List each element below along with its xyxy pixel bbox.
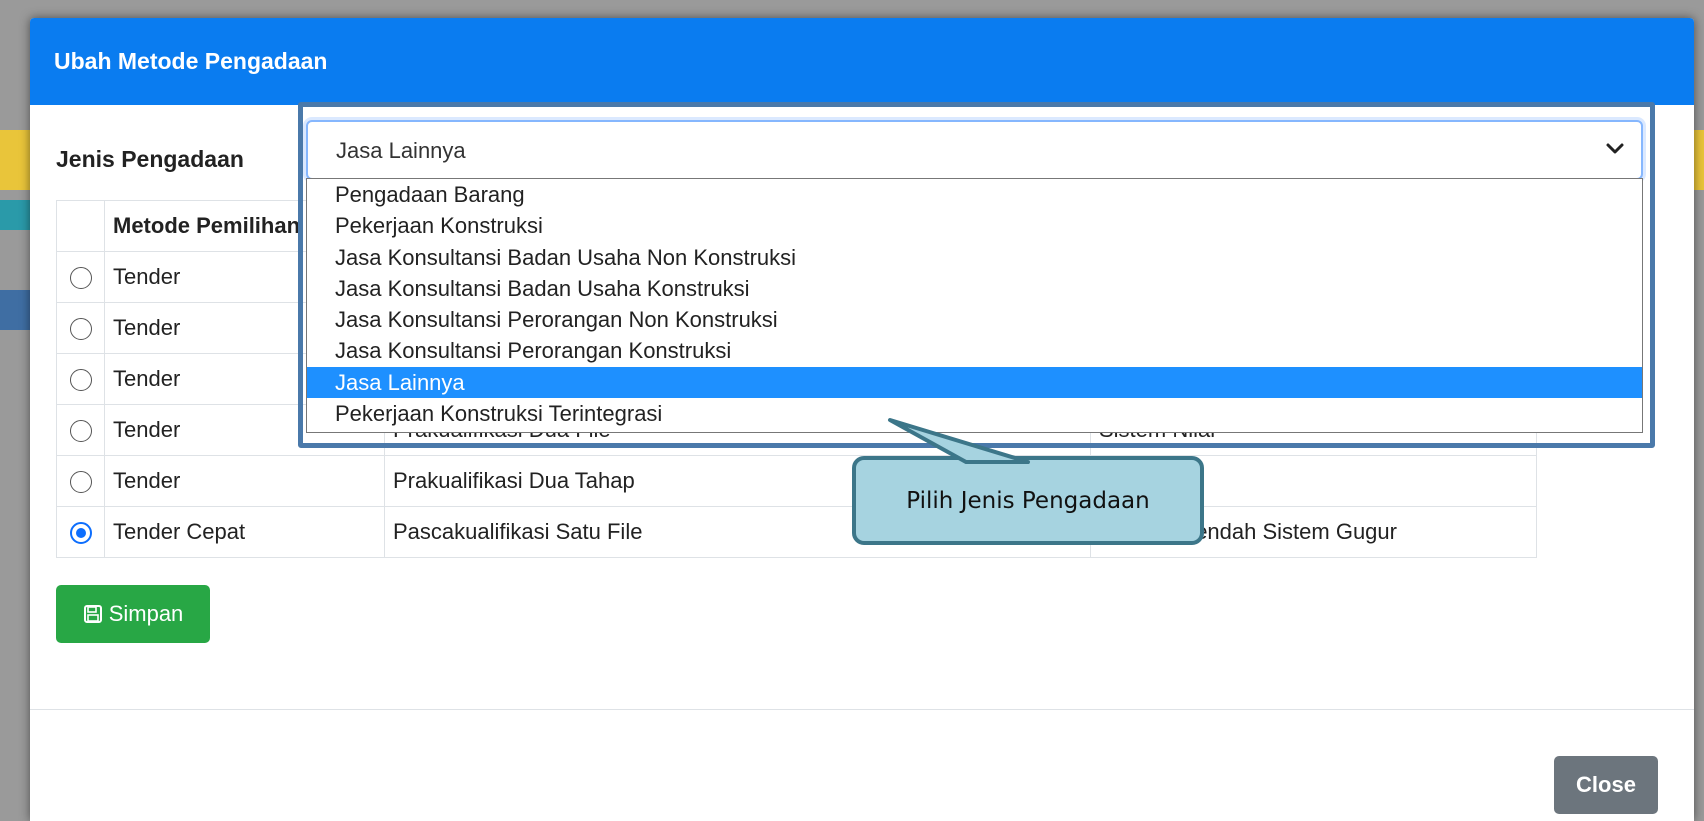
background-strip <box>0 130 30 190</box>
dropdown-option-selected[interactable]: Jasa Lainnya <box>307 366 1642 399</box>
method-cell: Tender <box>104 455 385 507</box>
save-button[interactable]: Simpan <box>56 585 210 643</box>
modal-header: Ubah Metode Pengadaan <box>30 18 1694 105</box>
method-radio[interactable] <box>69 420 92 443</box>
method-radio[interactable] <box>69 267 92 290</box>
callout-tooltip: Pilih Jenis Pengadaan <box>852 456 1204 545</box>
dropdown-option[interactable]: Pekerjaan Konstruksi <box>307 210 1642 241</box>
method-radio[interactable] <box>69 522 92 545</box>
method-radio[interactable] <box>69 471 92 494</box>
radio-cell[interactable] <box>56 251 105 303</box>
header-radio-cell <box>56 200 105 252</box>
radio-cell[interactable] <box>56 353 105 405</box>
select-current-value: Jasa Lainnya <box>336 138 466 163</box>
dropdown-option[interactable]: Jasa Konsultansi Perorangan Non Konstruk… <box>307 304 1642 335</box>
callout-text: Pilih Jenis Pengadaan <box>906 487 1150 514</box>
dropdown-option[interactable]: Jasa Konsultansi Perorangan Konstruksi <box>307 335 1642 366</box>
method-radio[interactable] <box>69 318 92 341</box>
radio-cell[interactable] <box>56 302 105 354</box>
background-strip <box>0 200 30 230</box>
close-button[interactable]: Close <box>1554 756 1658 814</box>
procurement-type-label: Jenis Pengadaan <box>56 146 244 172</box>
radio-cell[interactable] <box>56 455 105 507</box>
dropdown-option[interactable]: Pengadaan Barang <box>307 179 1642 210</box>
radio-cell[interactable] <box>56 506 105 558</box>
radio-cell[interactable] <box>56 404 105 456</box>
change-procurement-method-modal: Ubah Metode Pengadaan Jenis Pengadaan Ja… <box>30 18 1694 821</box>
method-radio[interactable] <box>69 369 92 392</box>
table-row[interactable]: Tender Cepat Pascakualifikasi Satu File … <box>56 506 1537 558</box>
callout-tail <box>888 418 1030 464</box>
dropdown-option[interactable]: Jasa Konsultansi Badan Usaha Konstruksi <box>307 273 1642 304</box>
table-row[interactable]: Tender Prakualifikasi Dua Tahap stem Nil… <box>56 455 1537 507</box>
dropdown-option[interactable]: Jasa Konsultansi Badan Usaha Non Konstru… <box>307 242 1642 273</box>
modal-title: Ubah Metode Pengadaan <box>54 48 328 74</box>
method-cell: Tender Cepat <box>104 506 385 558</box>
chevron-down-icon <box>1606 143 1624 154</box>
procurement-type-dropdown: Pengadaan Barang Pekerjaan Konstruksi Ja… <box>306 178 1643 433</box>
background-strip <box>0 290 30 330</box>
background-strip <box>1694 130 1704 190</box>
floppy-disk-icon <box>83 605 102 623</box>
save-button-label: Simpan <box>108 601 184 626</box>
modal-footer: Close <box>30 709 1694 821</box>
procurement-type-select[interactable]: Jasa Lainnya <box>306 120 1643 180</box>
